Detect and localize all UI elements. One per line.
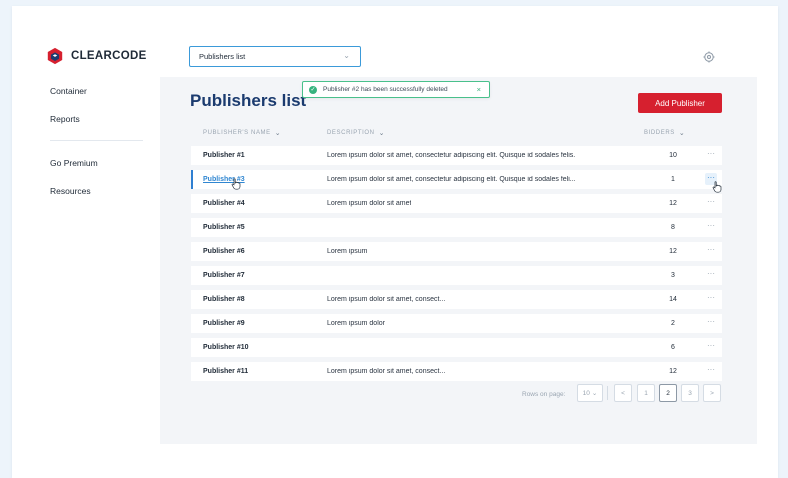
publisher-bidders: 1 — [671, 176, 675, 183]
chevron-down-icon: ⌄ — [343, 51, 350, 60]
sidebar-item-reports[interactable]: Reports — [50, 114, 80, 124]
success-toast: ✓ Publisher #2 has been successfully del… — [302, 81, 490, 98]
page-button-2[interactable]: 2 — [659, 384, 677, 402]
chevron-down-icon: ⌄ — [274, 130, 282, 137]
gear-icon[interactable] — [703, 51, 715, 63]
publisher-bidders: 12 — [669, 200, 677, 207]
toast-message: Publisher #2 has been successfully delet… — [323, 86, 448, 93]
publisher-name[interactable]: Publisher #6 — [203, 248, 245, 255]
publisher-description: Lorem ipsum — [327, 248, 368, 255]
more-menu-icon[interactable]: ··· — [705, 341, 717, 353]
table-row[interactable]: Publisher #9 Lorem ipsum dolor 2 ··· — [191, 314, 722, 333]
hand-cursor-icon — [231, 178, 241, 190]
table-row[interactable]: Publisher #10 6 ··· — [191, 338, 722, 357]
chevron-down-icon: ⌄ — [678, 130, 686, 137]
rows-per-page-select[interactable]: 10 ⌄ — [577, 384, 603, 402]
table-row[interactable]: Publisher #5 8 ··· — [191, 218, 722, 237]
view-select[interactable]: Publishers list ⌄ — [189, 46, 361, 67]
page-title: Publishers list — [190, 91, 307, 110]
publisher-name[interactable]: Publisher #5 — [203, 224, 245, 231]
hand-cursor-icon — [712, 181, 722, 193]
close-icon[interactable]: × — [477, 85, 481, 94]
column-header-description[interactable]: DESCRIPTION ⌄ — [327, 129, 385, 137]
sidebar-divider — [50, 140, 143, 141]
column-header-bidders-label: BIDDERS — [644, 130, 675, 136]
table-row[interactable]: Publisher #8 Lorem ipsum dolor sit amet,… — [191, 290, 722, 309]
column-header-bidders[interactable]: BIDDERS ⌄ — [644, 129, 685, 137]
publisher-description: Lorem ipsum dolor sit amet — [327, 200, 412, 207]
clearcode-logo-icon — [47, 47, 63, 65]
more-menu-icon[interactable]: ··· — [705, 293, 717, 305]
table-row[interactable]: Publisher #7 3 ··· — [191, 266, 722, 285]
publisher-name[interactable]: Publisher #9 — [203, 320, 245, 327]
view-select-value: Publishers list — [199, 52, 246, 61]
publisher-bidders: 8 — [671, 224, 675, 231]
table-row[interactable]: Publisher #6 Lorem ipsum 12 ··· — [191, 242, 722, 261]
publisher-bidders: 10 — [669, 152, 677, 159]
more-menu-icon[interactable]: ··· — [705, 245, 717, 257]
chevron-down-icon: ⌄ — [378, 130, 386, 137]
more-menu-icon[interactable]: ··· — [705, 269, 717, 281]
publisher-description: Lorem ipsum dolor sit amet, consect... — [327, 296, 446, 303]
next-page-button[interactable]: > — [703, 384, 721, 402]
publisher-description: Lorem ipsum dolor sit amet, consectetur … — [327, 176, 576, 183]
check-circle-icon: ✓ — [309, 85, 317, 94]
publisher-description: Lorem ipsum dolor sit amet, consect... — [327, 368, 446, 375]
prev-page-button[interactable]: < — [614, 384, 632, 402]
publisher-name[interactable]: Publisher #4 — [203, 200, 245, 207]
table-row[interactable]: Publisher #4 Lorem ipsum dolor sit amet … — [191, 194, 722, 213]
more-menu-icon[interactable]: ··· — [705, 365, 717, 377]
publisher-description: Lorem ipsum dolor — [327, 320, 385, 327]
pagination-divider — [607, 386, 608, 400]
page-button-1[interactable]: 1 — [637, 384, 655, 402]
publisher-name[interactable]: Publisher #7 — [203, 272, 245, 279]
column-header-name-label: PUBLISHER'S NAME — [203, 130, 271, 136]
brand-logo[interactable]: CLEARCODE — [46, 47, 147, 65]
more-menu-icon[interactable]: ··· — [705, 317, 717, 329]
table-row[interactable]: Publisher #11 Lorem ipsum dolor sit amet… — [191, 362, 722, 381]
publisher-name[interactable]: Publisher #1 — [203, 152, 245, 159]
column-header-name[interactable]: PUBLISHER'S NAME ⌄ — [203, 129, 281, 137]
publisher-bidders: 6 — [671, 344, 675, 351]
brand-name: CLEARCODE — [71, 50, 147, 62]
rows-per-page-label: Rows on page: — [522, 391, 566, 398]
rows-per-page-value: 10 — [582, 389, 590, 397]
sidebar-item-go-premium[interactable]: Go Premium — [50, 158, 98, 168]
table-row[interactable]: Publisher #1 Lorem ipsum dolor sit amet,… — [191, 146, 722, 165]
publisher-name[interactable]: Publisher #8 — [203, 296, 245, 303]
publisher-bidders: 2 — [671, 320, 675, 327]
table-row[interactable]: Publisher #3 Lorem ipsum dolor sit amet,… — [191, 170, 722, 189]
more-menu-icon[interactable]: ··· — [705, 197, 717, 209]
column-header-description-label: DESCRIPTION — [327, 130, 375, 136]
sidebar-item-resources[interactable]: Resources — [50, 186, 91, 196]
publisher-description: Lorem ipsum dolor sit amet, consectetur … — [327, 152, 576, 159]
publisher-name[interactable]: Publisher #10 — [203, 344, 249, 351]
publisher-bidders: 12 — [669, 368, 677, 375]
more-menu-icon[interactable]: ··· — [705, 221, 717, 233]
page-button-3[interactable]: 3 — [681, 384, 699, 402]
publisher-bidders: 14 — [669, 296, 677, 303]
publisher-bidders: 12 — [669, 248, 677, 255]
add-publisher-button[interactable]: Add Publisher — [638, 93, 722, 113]
more-menu-icon[interactable]: ··· — [705, 149, 717, 161]
chevron-down-icon: ⌄ — [591, 390, 598, 397]
publisher-bidders: 3 — [671, 272, 675, 279]
publisher-name[interactable]: Publisher #11 — [203, 368, 248, 375]
sidebar-item-container[interactable]: Container — [50, 86, 87, 96]
